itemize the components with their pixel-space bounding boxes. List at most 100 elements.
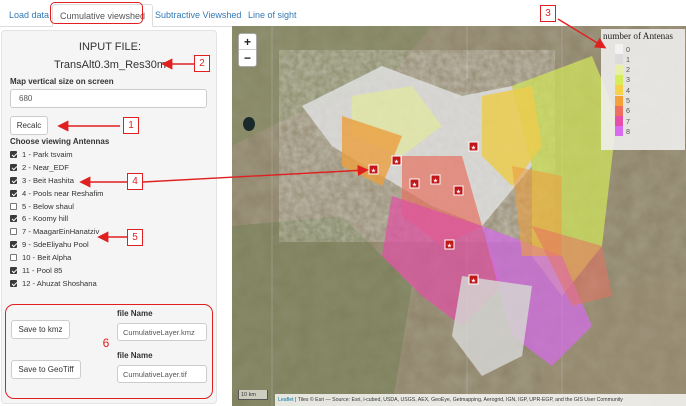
file-name-label-tif: file Name [117,351,153,360]
zoom-in-button[interactable]: + [239,34,256,50]
antenna-checkbox[interactable] [10,241,17,249]
svg-text:★: ★ [371,168,376,175]
legend-swatch [615,44,623,54]
legend-label: 0 [626,44,630,54]
antenna-checkbox[interactable] [10,266,17,274]
svg-text:★: ★ [394,159,399,166]
legend-swatch [615,126,623,137]
antenna-label: 11 - Pool 85 [22,265,63,275]
annotation-1: 1 [123,117,139,134]
kmz-filename-input[interactable]: CumulativeLayer.kmz [117,323,207,341]
legend-swatch [615,116,623,127]
svg-text:★: ★ [471,278,476,285]
legend-entry: 3 [615,74,675,85]
tab-highlight-box [50,2,143,24]
antenna-label: 5 - Below shaul [22,201,74,211]
antenna-checkbox[interactable] [10,176,17,184]
antenna-checkbox[interactable] [10,150,17,158]
antenna-label: 12 - Ahuzat Shoshana [22,278,97,288]
annotation-2: 2 [194,55,210,72]
antenna-option[interactable]: 5 - Below shaul [10,200,210,213]
legend-entry: 2 [615,64,675,75]
antenna-checkbox[interactable] [10,279,17,287]
legend-entry: 1 [615,54,675,65]
save-kmz-button[interactable]: Save to kmz [11,320,70,339]
antenna-option[interactable]: 3 - Beit Hashita [10,174,210,187]
scale-bar: 10 km [238,390,268,400]
antenna-option[interactable]: 1 - Park tsvaim [10,148,210,161]
input-file-title: INPUT FILE: [78,41,142,53]
annotation-3: 3 [540,5,556,22]
legend-label: 8 [626,126,630,136]
annotation-4: 4 [127,173,143,190]
antenna-label: 1 - Park tsvaim [22,149,73,159]
legend-swatch [615,105,623,116]
legend-swatch [615,64,623,75]
map-size-label: Map vertical size on screen [10,77,114,86]
antenna-option[interactable]: 6 - Koomy hill [10,212,210,225]
zoom-control: + − [238,33,257,67]
legend-label: 1 [626,54,630,64]
antenna-label: 4 - Pools near Reshafim [22,188,104,198]
antenna-checkbox[interactable] [10,163,17,171]
antenna-option[interactable]: 4 - Pools near Reshafim [10,187,210,200]
svg-text:★: ★ [412,182,417,189]
choose-antennas-label: Choose viewing Antennas [10,137,110,146]
legend-swatch [615,74,623,85]
legend-label: 5 [626,96,630,105]
svg-text:★: ★ [447,243,452,250]
legend-entry: 7 [615,116,675,127]
svg-text:★: ★ [456,189,461,196]
legend-entry: 6 [615,105,675,116]
zoom-out-button[interactable]: − [239,50,256,66]
legend-label: 6 [626,106,630,116]
antenna-checkbox[interactable] [10,189,17,197]
antenna-option[interactable]: 9 - SdeEliyahu Pool [10,238,210,251]
antenna-option[interactable]: 7 - MaagarEinHanatziv [10,225,210,238]
antenna-label: 10 - Beit Alpha [22,253,72,263]
legend-swatch [615,54,623,65]
antenna-checkbox[interactable] [10,228,17,236]
attribution-text: | Tiles © Esri — Source: Esri, i-cubed, … [293,397,623,403]
leaflet-link[interactable]: Leaflet [278,397,294,403]
antenna-option[interactable]: 10 - Beit Alpha [10,251,210,264]
tif-filename-input[interactable]: CumulativeLayer.tif [117,365,207,383]
antenna-list: 1 - Park tsvaim 2 - Near_EDF 3 - Beit Hash… [10,148,210,290]
antenna-option[interactable]: 11 - Pool 85 [10,264,210,277]
tab-load-data[interactable]: Load data [2,4,56,27]
file-name-label-kmz: file Name [117,309,153,318]
antenna-checkbox[interactable] [10,202,17,210]
legend-label: 7 [626,116,630,126]
antenna-label: 7 - MaagarEinHanatziv [22,227,100,237]
legend-label: 3 [626,75,630,85]
legend-entry: 8 [615,126,675,137]
antenna-option[interactable]: 12 - Ahuzat Shoshana [10,277,210,290]
input-file-name: TransAlt0.3m_Res30m [53,59,167,71]
legend-entry: 5 [615,95,675,106]
legend-swatch [615,95,623,106]
antenna-checkbox[interactable] [10,215,17,223]
svg-text:★: ★ [433,178,438,185]
legend-label: 2 [626,65,630,75]
annotation-5: 5 [127,229,143,246]
svg-text:★: ★ [471,145,476,152]
antenna-option[interactable]: 2 - Near_EDF [10,161,210,174]
map-legend: number of Antenas 012345678 [601,29,685,150]
legend-label: 4 [626,85,630,95]
tab-subtractive-viewshed[interactable]: Subtractive Viewshed [148,4,248,27]
antenna-label: 9 - SdeEliyahu Pool [22,240,89,250]
map-size-input[interactable]: 680 [10,89,207,108]
tab-line-of-sight[interactable]: Line of sight [241,4,304,27]
antenna-label: 2 - Near_EDF [22,162,69,172]
antenna-label: 6 - Koomy hill [22,214,69,224]
antenna-checkbox[interactable] [10,254,17,262]
legend-swatch [615,85,623,96]
annotation-6: 6 [102,336,110,350]
legend-title: number of Antenas [603,31,673,41]
legend-entry: 4 [615,85,675,96]
save-geotiff-button[interactable]: Save to GeoTiff [11,360,81,379]
recalc-button[interactable]: Recalc [10,116,48,135]
legend-entry: 0 [615,44,675,54]
antenna-label: 3 - Beit Hashita [22,175,74,185]
map-attribution: Leaflet | Tiles © Esri — Source: Esri, i… [275,394,686,406]
